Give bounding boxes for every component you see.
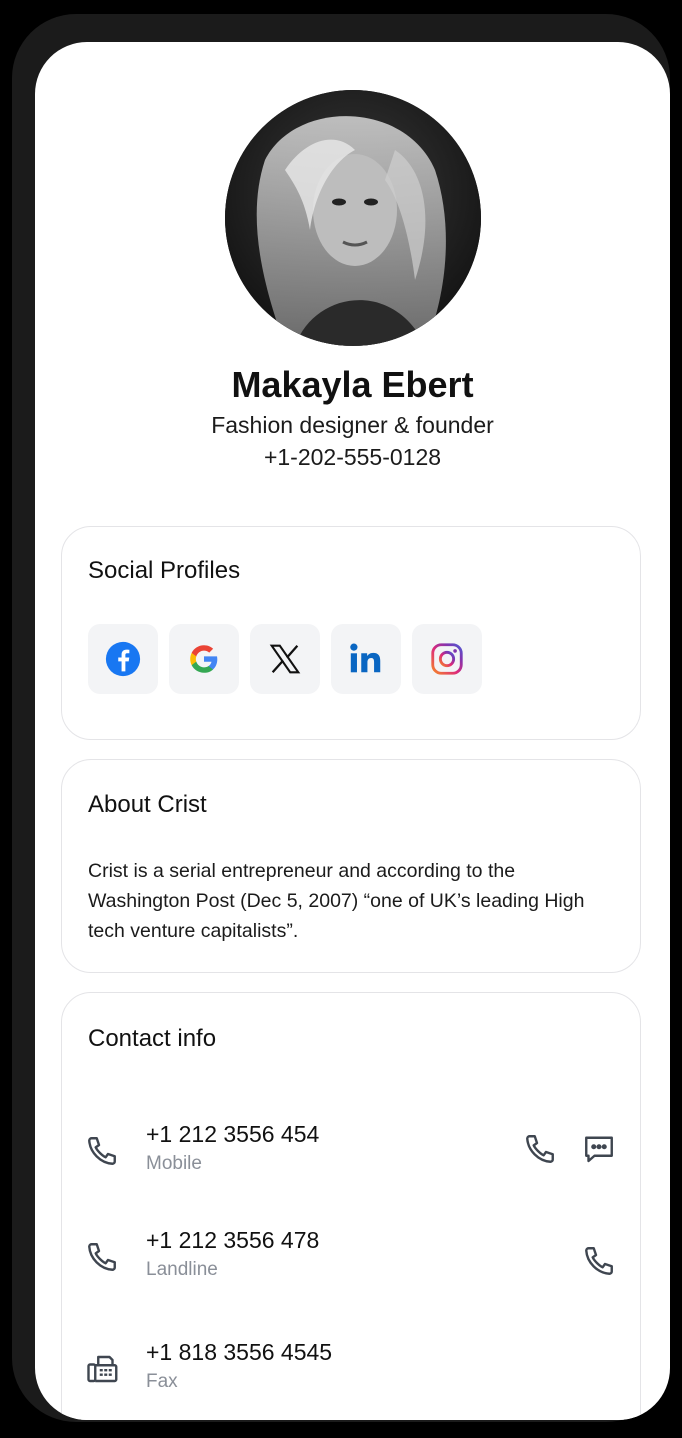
contact-type: Mobile: [146, 1153, 202, 1174]
avatar-photo: [225, 90, 481, 346]
social-profiles-title: Social Profiles: [88, 557, 241, 584]
message-icon: [585, 1136, 613, 1163]
contact-type: Landline: [146, 1259, 218, 1280]
phone-frame: Makayla Ebert Fashion designer & founder…: [12, 14, 670, 1422]
instagram-button[interactable]: [412, 624, 482, 694]
about-card: About Crist Crist is a serial entreprene…: [61, 759, 641, 973]
profile-title: Fashion designer & founder: [211, 412, 494, 438]
profile-phone[interactable]: +1-202-555-0128: [35, 444, 670, 471]
x-icon: [269, 644, 301, 674]
x-button[interactable]: [250, 624, 320, 694]
call-icon: [585, 1247, 613, 1275]
linkedin-icon: [350, 643, 381, 673]
social-icons-row: [88, 624, 482, 694]
contact-number: +1 212 3556 478: [146, 1227, 320, 1253]
facebook-icon: [105, 641, 141, 677]
instagram-icon: [431, 643, 463, 675]
call-button[interactable]: [579, 1241, 619, 1281]
fax-icon: [84, 1351, 124, 1391]
about-title: About Crist: [88, 791, 207, 818]
profile-name: Makayla Ebert: [231, 364, 474, 405]
avatar: [225, 90, 481, 346]
contact-info-title: Contact info: [88, 1025, 217, 1052]
contact-row[interactable]: +1 212 3556 454 Mobile: [62, 1121, 642, 1191]
contact-row[interactable]: +1 212 3556 478 Landline: [62, 1227, 642, 1297]
call-button[interactable]: [520, 1129, 560, 1169]
contact-number: +1 818 3556 4545: [146, 1339, 333, 1365]
google-icon: [190, 645, 218, 673]
facebook-button[interactable]: [88, 624, 158, 694]
contact-info-card: Contact info +1 212 3556 454 Mobile +1 2…: [61, 992, 641, 1420]
contact-type: Fax: [146, 1371, 178, 1392]
about-text: Crist is a serial entrepreneur and accor…: [88, 860, 585, 942]
contact-number: +1 212 3556 454: [146, 1121, 320, 1147]
social-profiles-card: Social Profiles: [61, 526, 641, 740]
phone-icon: [84, 1239, 124, 1279]
linkedin-button[interactable]: [331, 624, 401, 694]
profile-screen: Makayla Ebert Fashion designer & founder…: [35, 42, 670, 1420]
message-button[interactable]: [579, 1129, 619, 1169]
google-button[interactable]: [169, 624, 239, 694]
contact-row[interactable]: +1 818 3556 4545 Fax: [62, 1339, 642, 1409]
call-icon: [526, 1135, 554, 1163]
phone-icon: [84, 1133, 124, 1173]
